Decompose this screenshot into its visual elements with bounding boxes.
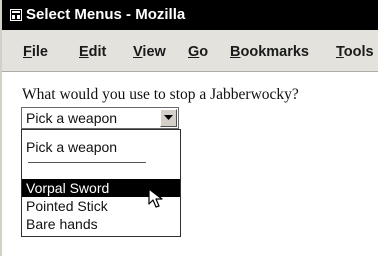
app-window-icon[interactable] xyxy=(10,8,22,21)
menu-tools[interactable]: Tools xyxy=(336,43,374,61)
weapon-options-list[interactable]: Pick a weapon Vorpal Sword Pointed Stick… xyxy=(21,129,181,237)
menu-edit-mnemonic: E xyxy=(79,44,89,60)
menu-edit[interactable]: Edit xyxy=(79,43,106,61)
menu-bar: File Edit View Go Bookmarks Tools xyxy=(2,30,378,72)
option-bare-hands[interactable]: Bare hands xyxy=(22,215,180,233)
menu-go-mnemonic: G xyxy=(188,44,200,60)
menu-go-label: o xyxy=(199,44,209,60)
menu-view-label: iew xyxy=(142,44,166,60)
title-bar: Select Menus - Mozilla xyxy=(2,0,378,30)
chevron-down-icon xyxy=(164,115,173,120)
menu-tools-mnemonic: T xyxy=(336,44,344,60)
menu-view-mnemonic: V xyxy=(133,44,143,60)
menu-bookmarks-mnemonic: B xyxy=(230,44,241,60)
dropdown-button[interactable] xyxy=(160,109,177,127)
menu-file-label: ile xyxy=(31,44,48,60)
page-content: What would you use to stop a Jabberwocky… xyxy=(2,72,378,256)
browser-window: Select Menus - Mozilla File Edit View Go… xyxy=(0,0,378,256)
menu-file-mnemonic: F xyxy=(23,44,32,60)
menu-file[interactable]: File xyxy=(23,43,48,61)
window-title: Select Menus - Mozilla xyxy=(26,6,186,23)
menu-bookmarks-label: ookmarks xyxy=(240,44,309,60)
menu-go[interactable]: Go xyxy=(188,43,208,61)
menu-view[interactable]: View xyxy=(133,43,166,61)
menu-edit-label: dit xyxy=(88,44,107,60)
mouse-pointer-icon xyxy=(148,188,164,213)
select-current-value: Pick a weapon xyxy=(26,110,118,126)
weapon-select[interactable]: Pick a weapon xyxy=(21,107,179,129)
option-pick-a-weapon[interactable]: Pick a weapon xyxy=(22,138,180,156)
option-separator xyxy=(28,162,146,163)
menu-bookmarks[interactable]: Bookmarks xyxy=(230,43,309,61)
menu-tools-label: ools xyxy=(343,44,374,60)
question-text: What would you use to stop a Jabberwocky… xyxy=(22,86,299,103)
